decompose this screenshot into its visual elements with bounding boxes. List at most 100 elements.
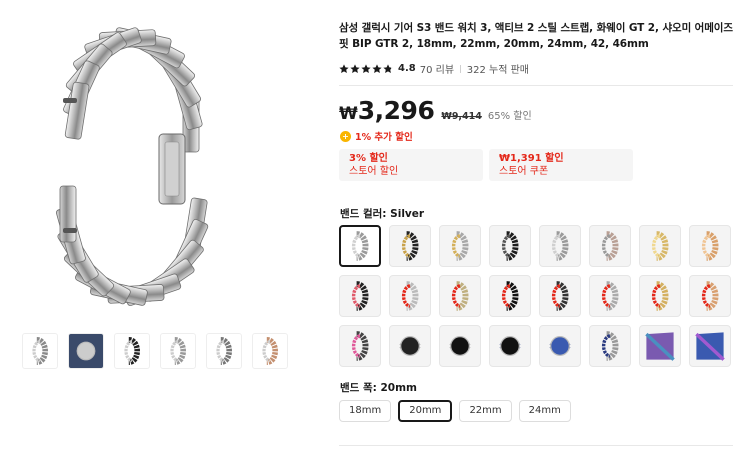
color-swatch[interactable] [689, 225, 731, 267]
star-icon [339, 63, 349, 73]
watch-band-icon [401, 231, 419, 261]
watch-band-icon [551, 231, 569, 261]
color-swatch[interactable] [439, 325, 481, 367]
watch-band-icon [701, 281, 719, 311]
coupon-label: 스토어 할인 [349, 166, 399, 177]
divider [339, 445, 733, 446]
watch-band-icon [351, 331, 369, 361]
store-coupon[interactable]: ₩1,391 할인 스토어 쿠폰 [489, 149, 633, 181]
color-swatch[interactable] [639, 275, 681, 317]
watch-band-icon [651, 231, 669, 261]
color-swatch[interactable] [389, 275, 431, 317]
watch-band-icon [551, 281, 569, 311]
size-options: 18mm 20mm 22mm 24mm [339, 400, 571, 422]
color-swatch[interactable] [339, 225, 381, 267]
star-icon [361, 63, 371, 73]
watch-band-icon [170, 337, 186, 365]
size-option-18mm[interactable]: 18mm [339, 400, 392, 422]
rating-row: 4.8 70 리뷰 | 322 누적 판매 [339, 61, 737, 76]
color-swatch[interactable] [589, 225, 631, 267]
color-label-prefix: 밴드 컬러: [340, 208, 391, 220]
watch-band-icon [216, 337, 232, 365]
band-width-label: 밴드 폭: 20mm [340, 380, 417, 395]
watch-band-icon [399, 336, 421, 356]
star-icon [350, 63, 360, 73]
size-option-24mm[interactable]: 24mm [518, 400, 571, 422]
star-half-icon [383, 63, 393, 73]
current-price: 3,296 [357, 96, 435, 125]
rating-stars [339, 63, 393, 74]
watch-band-icon [501, 231, 519, 261]
main-product-image[interactable] [26, 14, 316, 314]
coupon-value: 3% 할인 [349, 153, 388, 164]
thumb-black-band[interactable] [114, 333, 150, 369]
watch-band-icon [351, 231, 369, 261]
color-swatch[interactable] [389, 225, 431, 267]
watch-band-icon [401, 281, 419, 311]
watch-band-icon [124, 337, 140, 365]
product-title: 삼성 갤럭시 기어 S3 밴드 워치 3, 액티브 2 스틸 스트랩, 화웨이 … [339, 22, 733, 50]
color-swatch[interactable] [639, 225, 681, 267]
watch-band-icon [451, 281, 469, 311]
color-swatch[interactable] [689, 325, 731, 367]
watch-band-icon [701, 231, 719, 261]
store-discount-coupon[interactable]: 3% 할인 스토어 할인 [339, 149, 483, 181]
band-color-label: 밴드 컬러: Silver [340, 206, 424, 221]
watch-band-icon [601, 281, 619, 311]
discount-percent: 65% 할인 [487, 111, 532, 122]
thumb-wrist-photo[interactable] [68, 333, 104, 369]
watch-band-icon [451, 231, 469, 261]
coin-icon: + [340, 130, 351, 142]
watch-band-icon [651, 281, 669, 311]
thumb-rosegold-band[interactable] [252, 333, 288, 369]
color-swatch[interactable] [489, 225, 531, 267]
size-option-22mm[interactable]: 22mm [459, 400, 512, 422]
watch-band-icon [351, 281, 369, 311]
watch-band-icon [499, 336, 521, 356]
watch-band-icon [645, 332, 675, 361]
color-swatch[interactable] [539, 325, 581, 367]
color-swatch[interactable] [489, 275, 531, 317]
review-count-link[interactable]: 70 리뷰 [420, 61, 454, 76]
color-swatch[interactable] [539, 225, 581, 267]
original-price: ₩9,414 [441, 111, 482, 122]
color-swatch[interactable] [339, 325, 381, 367]
color-swatch[interactable] [639, 325, 681, 367]
metal-link-band-illustration [56, 27, 209, 306]
watch-band-icon [549, 336, 571, 356]
thumb-color-options[interactable] [160, 333, 196, 369]
selected-width: 20mm [380, 382, 418, 394]
color-swatch[interactable] [389, 325, 431, 367]
sold-count: 322 누적 판매 [466, 65, 529, 76]
color-swatch[interactable] [439, 225, 481, 267]
color-swatch[interactable] [539, 275, 581, 317]
thumb-silver-band[interactable] [22, 333, 58, 369]
color-swatch[interactable] [589, 275, 631, 317]
thumb-size-chart[interactable] [206, 333, 242, 369]
separator: | [459, 64, 462, 73]
color-swatch-grid [339, 225, 731, 367]
color-swatch[interactable] [439, 275, 481, 317]
width-label-prefix: 밴드 폭: [340, 382, 381, 394]
color-swatch[interactable] [589, 325, 631, 367]
currency-symbol: ₩ [339, 104, 358, 124]
watch-band-icon [262, 337, 278, 365]
watch-band-icon [32, 337, 48, 365]
band-link [59, 185, 77, 243]
extra-discount: + 1% 추가 할인 [340, 129, 413, 143]
star-icon [372, 63, 382, 73]
thumbnail-strip [22, 333, 288, 369]
watch-band-icon [601, 331, 619, 361]
divider [339, 85, 733, 86]
price-row: ₩ 3,296 ₩9,414 65% 할인 [339, 96, 532, 125]
watch-band-icon [501, 281, 519, 311]
color-swatch[interactable] [689, 275, 731, 317]
watch-band-icon [601, 231, 619, 261]
watch-band-icon [449, 336, 471, 356]
size-option-20mm[interactable]: 20mm [398, 400, 453, 422]
color-swatch[interactable] [339, 275, 381, 317]
color-swatch[interactable] [489, 325, 531, 367]
watch-band-icon [76, 341, 96, 361]
product-info: 삼성 갤럭시 기어 S3 밴드 워치 3, 액티브 2 스틸 스트랩, 화웨이 … [339, 20, 737, 76]
extra-discount-label: 1% 추가 할인 [355, 132, 413, 143]
